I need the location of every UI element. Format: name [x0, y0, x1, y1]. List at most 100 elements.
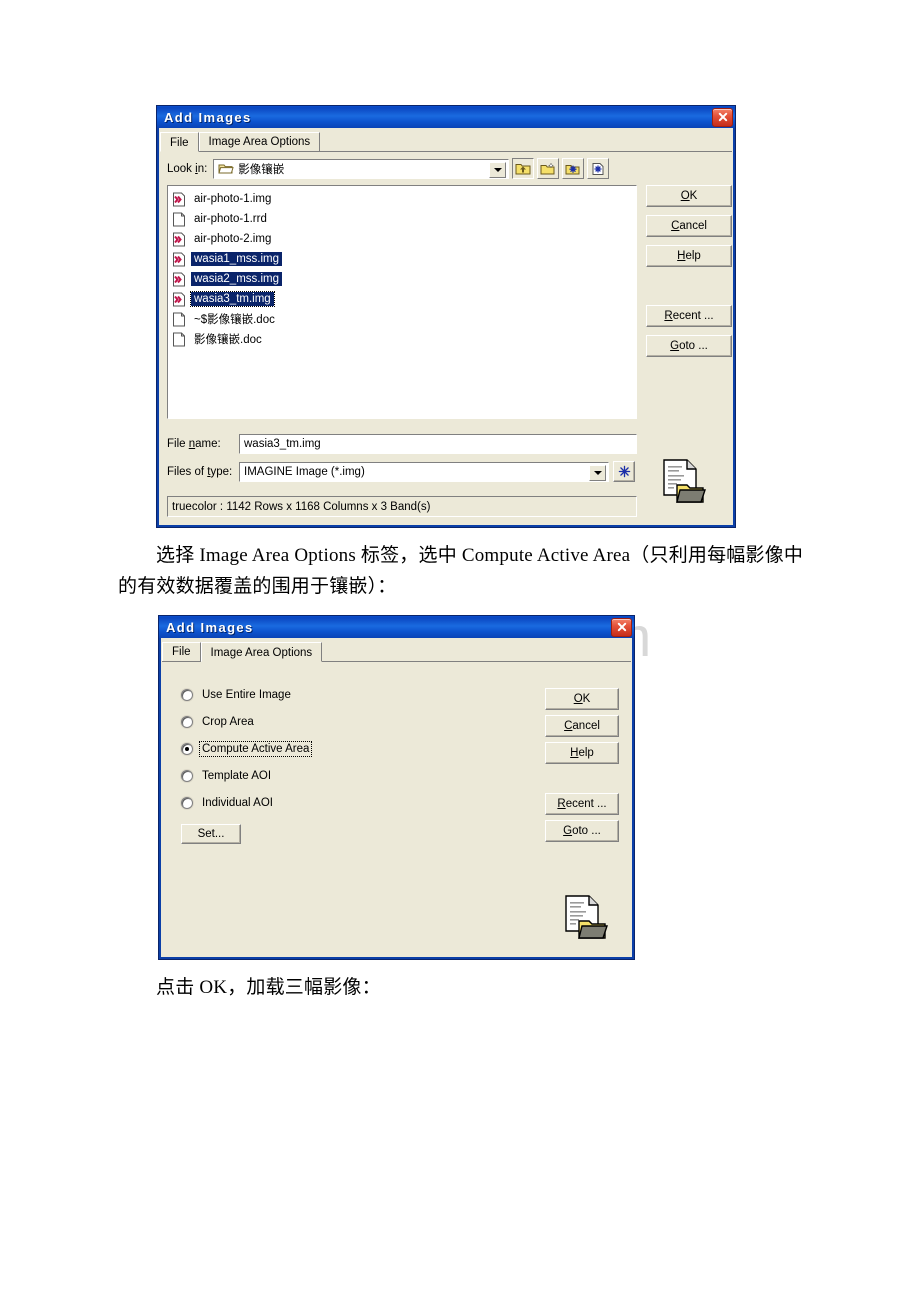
help-button[interactable]: Help: [545, 742, 619, 764]
img-file-icon: [172, 252, 186, 267]
goto-button[interactable]: Goto ...: [646, 335, 732, 357]
look-in-label: Look in:: [167, 162, 208, 175]
img-file-icon: [172, 232, 186, 247]
status-bar: truecolor : 1142 Rows x 1168 Columns x 3…: [167, 496, 637, 517]
file-name: air-photo-1.rrd: [194, 213, 267, 225]
tab-image-area-options[interactable]: Image Area Options: [198, 132, 321, 151]
recent-button[interactable]: Recent ...: [545, 793, 619, 815]
radio-individual-aoi[interactable]: Individual AOI: [181, 796, 275, 810]
cancel-label: Cancel: [564, 720, 600, 732]
list-item[interactable]: ~$影像镶嵌.doc: [170, 309, 636, 329]
radio-icon: [181, 689, 193, 701]
img-file-icon: [172, 192, 186, 207]
file-name-input[interactable]: wasia3_tm.img: [239, 434, 637, 454]
create-new-folder-icon[interactable]: [537, 158, 560, 179]
cancel-button[interactable]: Cancel: [646, 215, 732, 237]
goto-button[interactable]: Goto ...: [545, 820, 619, 842]
ok-label: OK: [573, 693, 591, 705]
generic-file-icon: [172, 312, 186, 327]
recent-button[interactable]: Recent ...: [646, 305, 732, 327]
chevron-down-icon[interactable]: [489, 161, 507, 178]
file-name: air-photo-1.img: [194, 193, 272, 205]
button-gap: [646, 275, 732, 305]
generic-file-icon: [172, 332, 186, 347]
file-list[interactable]: air-photo-1.img air-photo-1.rrd air-phot…: [167, 185, 637, 419]
file-name: wasia1_mss.img: [191, 252, 282, 266]
files-of-type-value: IMAGINE Image (*.img): [244, 465, 365, 478]
radio-label: Compute Active Area: [198, 741, 313, 757]
list-item[interactable]: wasia1_mss.img: [170, 249, 636, 269]
file-name: ~$影像镶嵌.doc: [194, 314, 275, 326]
title-bar: Add Images: [157, 106, 735, 128]
dialog-title: Add Images: [166, 619, 254, 635]
tab-file[interactable]: File: [160, 132, 199, 152]
radio-label: Crop Area: [202, 716, 254, 728]
tab-strip: File Image Area Options: [162, 641, 631, 662]
tab-image-area-options[interactable]: Image Area Options: [200, 642, 323, 662]
radio-label: Use Entire Image: [202, 689, 291, 701]
recent-label: Recent ...: [664, 310, 714, 322]
radio-crop-area[interactable]: Crop Area: [181, 715, 256, 729]
look-in-combo[interactable]: 影像镶嵌: [213, 158, 510, 179]
ok-button[interactable]: OK: [646, 185, 732, 207]
list-item[interactable]: wasia3_tm.img: [170, 289, 636, 309]
tab-file[interactable]: File: [162, 642, 201, 661]
radio-icon: [181, 770, 193, 782]
ok-label: OK: [680, 190, 698, 202]
file-name: 影像镶嵌.doc: [194, 334, 262, 346]
ok-button[interactable]: OK: [545, 688, 619, 710]
files-of-type-label: Files of type:: [167, 465, 233, 478]
up-one-level-icon[interactable]: [512, 158, 535, 179]
button-column: OK Cancel Help Recent ... Goto ...: [545, 688, 619, 847]
open-folder-icon: [218, 164, 234, 173]
file-list-inner: air-photo-1.img air-photo-1.rrd air-phot…: [168, 186, 636, 349]
close-icon[interactable]: [611, 617, 632, 637]
goto-label: Goto ...: [670, 340, 708, 352]
file-name-row: File name: wasia3_tm.img: [167, 434, 637, 454]
help-label: Help: [570, 747, 594, 759]
tab-strip: File Image Area Options: [160, 131, 732, 152]
add-images-file-dialog: Add Images File Image Area Options Look …: [156, 105, 736, 528]
list-item[interactable]: air-photo-1.img: [170, 189, 636, 209]
goto-label: Goto ...: [563, 825, 601, 837]
help-button[interactable]: Help: [646, 245, 732, 267]
list-item[interactable]: wasia2_mss.img: [170, 269, 636, 289]
list-item[interactable]: air-photo-2.img: [170, 229, 636, 249]
look-in-value: 影像镶嵌: [238, 163, 285, 176]
chevron-down-icon[interactable]: [589, 464, 606, 481]
radio-compute-active-area[interactable]: Compute Active Area: [181, 741, 313, 757]
list-item[interactable]: air-photo-1.rrd: [170, 209, 636, 229]
button-gap: [545, 769, 619, 793]
cancel-label: Cancel: [671, 220, 707, 232]
set-button[interactable]: Set...: [181, 824, 241, 844]
radio-label: Individual AOI: [202, 797, 273, 809]
file-name: air-photo-2.img: [194, 233, 272, 245]
radio-icon: [181, 797, 193, 809]
file-name: wasia3_tm.img: [190, 291, 275, 307]
img-file-icon: [172, 292, 186, 307]
file-name-label: File name:: [167, 438, 221, 450]
page-star-icon[interactable]: [587, 158, 610, 179]
look-in-row: Look in: 影像镶嵌: [167, 158, 725, 179]
button-column: OK Cancel Help Recent ... Goto ...: [646, 185, 732, 365]
close-icon[interactable]: [712, 107, 733, 127]
help-label: Help: [677, 250, 701, 262]
folder-star-icon[interactable]: [562, 158, 585, 179]
dialog-title: Add Images: [164, 109, 252, 125]
generic-file-icon: [172, 212, 186, 227]
recent-label: Recent ...: [557, 798, 607, 810]
cancel-button[interactable]: Cancel: [545, 715, 619, 737]
paragraph-1: 选择 Image Area Options 标签，选中 Compute Acti…: [118, 545, 804, 597]
radio-icon: [181, 716, 193, 728]
img-file-icon: [172, 272, 186, 287]
file-type-star-button[interactable]: [613, 461, 635, 482]
files-of-type-combo[interactable]: IMAGINE Image (*.img): [239, 461, 609, 482]
paragraph-2: 点击 OK，加载三幅影像：: [156, 977, 381, 998]
files-of-type-row: Files of type: IMAGINE Image (*.img): [167, 461, 637, 482]
document-folder-icon: [655, 454, 709, 508]
list-item[interactable]: 影像镶嵌.doc: [170, 329, 636, 349]
radio-use-entire-image[interactable]: Use Entire Image: [181, 688, 293, 702]
document-folder-icon: [557, 890, 611, 944]
radio-label: Template AOI: [202, 770, 272, 782]
radio-template-aoi[interactable]: Template AOI: [181, 769, 273, 783]
